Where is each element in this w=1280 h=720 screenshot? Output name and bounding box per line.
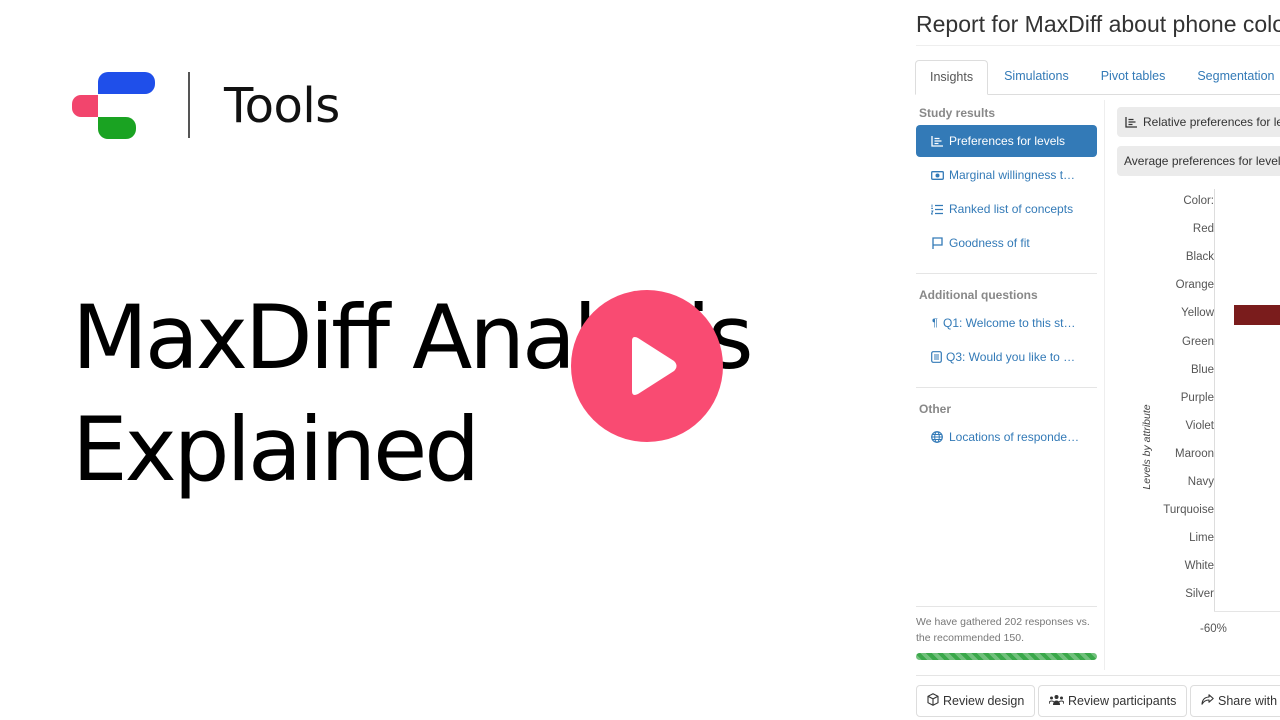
sidebar-item-goodness-of-fit[interactable]: Goodness of fit <box>916 227 1097 259</box>
sidebar-item-label: Locations of responde… <box>949 430 1080 444</box>
category-label: Red <box>1192 223 1214 236</box>
category-label: Lime <box>1189 532 1214 545</box>
category-label: Navy <box>1187 476 1214 488</box>
globe-icon <box>930 431 944 443</box>
category-label: Orange <box>1175 279 1214 292</box>
section-heading-other: Other <box>919 402 952 416</box>
sidebar-item-label: Q3: Would you like to … <box>946 350 1076 364</box>
button-label: Review design <box>943 694 1025 708</box>
sidebar-divider <box>916 273 1097 274</box>
category-label: Color: <box>1183 195 1214 207</box>
sidebar-item-q3[interactable]: Q3: Would you like to … <box>916 341 1097 373</box>
sidebar-divider <box>916 387 1097 388</box>
average-preferences-chip[interactable]: Average preferences for levels <box>1117 146 1280 176</box>
logo-green-shape <box>98 117 136 139</box>
sidebar-item-label: Marginal willingness t… <box>949 168 1076 182</box>
sidebar-item-label: Goodness of fit <box>949 236 1030 250</box>
report-content: Relative preferences for levels Average … <box>1117 107 1280 667</box>
category-label: Maroon <box>1175 447 1214 460</box>
review-participants-button[interactable]: Review participants <box>1038 685 1188 717</box>
logo-blue-shape <box>98 72 155 94</box>
section-heading-additional-questions: Additional questions <box>919 288 1038 302</box>
y-axis-line <box>1214 189 1215 611</box>
x-axis-line <box>1214 611 1280 612</box>
report-screenshot: Report for MaxDiff about phone colors In… <box>900 0 1280 720</box>
report-title: Report for MaxDiff about phone colors <box>916 11 1280 37</box>
category-label: Violet <box>1185 419 1214 432</box>
form-icon <box>930 351 942 363</box>
logo-pink-shape <box>72 95 98 117</box>
sidebar-item-preferences-for-levels[interactable]: Preferences for levels <box>916 125 1097 157</box>
numbered-list-icon <box>930 204 944 215</box>
cube-icon <box>927 693 939 709</box>
preferences-bar-chart: Levels by attribute Color: Red Black Orange… <box>1117 189 1280 659</box>
sidebar-divider <box>916 606 1097 607</box>
category-label: Yellow <box>1181 307 1214 320</box>
sidebar-item-q1[interactable]: ¶ Q1: Welcome to this st… <box>916 307 1097 339</box>
category-label: Silver <box>1185 588 1214 601</box>
button-label: Review participants <box>1068 694 1177 708</box>
footer-divider <box>916 675 1280 676</box>
users-icon <box>1048 694 1065 709</box>
category-label: White <box>1184 560 1214 573</box>
sidebar-item-label: Ranked list of concepts <box>949 202 1074 216</box>
x-tick-label: -60% <box>1200 623 1227 635</box>
section-heading-study-results: Study results <box>919 106 996 120</box>
sidebar-item-locations[interactable]: Locations of responde… <box>916 421 1097 453</box>
tab-insights[interactable]: Insights <box>915 60 989 95</box>
sidebar-item-marginal-willingness[interactable]: Marginal willingness t… <box>916 159 1097 191</box>
y-axis-title: Levels by attribute <box>1141 404 1153 490</box>
sidebar-border <box>1104 100 1105 670</box>
tab-pivot-tables[interactable]: Pivot tables <box>1085 60 1182 94</box>
button-label: Share with others <box>1218 694 1280 708</box>
category-label: Black <box>1185 251 1214 264</box>
bar-chart-icon <box>1125 116 1137 128</box>
category-label: Turquoise <box>1163 504 1214 517</box>
logo-divider <box>188 72 190 138</box>
play-video-button[interactable] <box>571 290 723 442</box>
bar-chart-icon <box>930 135 944 147</box>
sidebar-item-ranked-list[interactable]: Ranked list of concepts <box>916 193 1097 225</box>
category-label: Green <box>1182 335 1214 348</box>
flag-icon <box>930 237 944 249</box>
sidebar-item-label: Q1: Welcome to this st… <box>943 316 1076 330</box>
money-icon <box>930 170 944 180</box>
brand-logo <box>72 72 156 139</box>
bar-yellow[interactable] <box>1234 305 1280 326</box>
share-button[interactable]: Share with others <box>1190 685 1280 717</box>
paragraph-icon: ¶ <box>932 317 938 329</box>
title-divider <box>916 45 1280 46</box>
tab-simulations[interactable]: Simulations <box>988 60 1085 94</box>
responses-progress-bar <box>916 653 1097 660</box>
report-sidebar: Study results Preferences for levels Mar… <box>916 96 1097 670</box>
section-label: Tools <box>224 78 340 134</box>
review-design-button[interactable]: Review design <box>916 685 1036 717</box>
tab-segmentation[interactable]: Segmentation <box>1181 60 1280 94</box>
chip-label: Average preferences for levels <box>1124 154 1280 168</box>
sidebar-item-label: Preferences for levels <box>949 134 1066 148</box>
report-tabs: Insights Simulations Pivot tables Segmen… <box>915 60 1280 95</box>
play-icon <box>632 337 677 395</box>
share-icon <box>1201 694 1214 708</box>
category-label: Blue <box>1190 363 1214 376</box>
category-label: Purple <box>1180 391 1214 404</box>
chip-label: Relative preferences for levels <box>1143 115 1280 129</box>
relative-preferences-chip[interactable]: Relative preferences for levels <box>1117 107 1280 137</box>
responses-note: We have gathered 202 responses vs. the r… <box>916 616 1090 644</box>
